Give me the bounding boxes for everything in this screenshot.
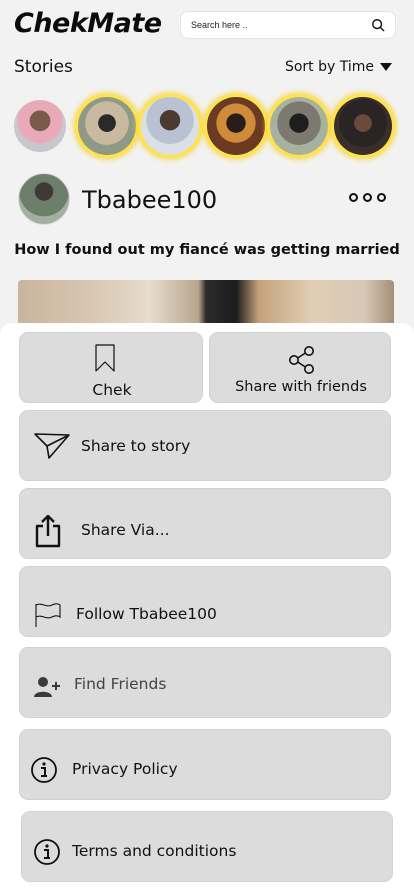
story-avatar[interactable] bbox=[270, 97, 328, 155]
search-input[interactable]: Search here .. bbox=[191, 20, 371, 30]
dot bbox=[377, 193, 386, 202]
stories-title: Stories bbox=[14, 57, 73, 77]
terms-button[interactable]: Terms and conditions bbox=[21, 811, 393, 882]
share-to-story-label: Share to story bbox=[81, 437, 191, 455]
add-user-icon bbox=[34, 677, 60, 697]
stories-header: Stories Sort by Time bbox=[0, 52, 414, 82]
my-story-avatar[interactable] bbox=[14, 100, 66, 152]
flag-icon bbox=[35, 603, 61, 627]
sort-label: Sort by Time bbox=[284, 59, 374, 75]
app-logo: ChekMate bbox=[14, 8, 162, 39]
story-avatars bbox=[14, 97, 414, 159]
chek-button[interactable]: Chek bbox=[19, 332, 203, 403]
share-upload-icon bbox=[35, 514, 61, 548]
follow-label: Follow Tbabee100 bbox=[76, 605, 217, 623]
bookmark-icon bbox=[95, 344, 115, 372]
follow-button[interactable]: Follow Tbabee100 bbox=[19, 566, 391, 637]
find-friends-button[interactable]: Find Friends bbox=[19, 647, 391, 718]
info-icon bbox=[31, 757, 57, 783]
share-to-story-button[interactable]: Share to story bbox=[19, 410, 391, 481]
action-sheet: Chek Share with friends Share to story S… bbox=[0, 323, 414, 896]
post-header: Tbabee100 bbox=[18, 173, 398, 227]
share-with-friends-label: Share with friends bbox=[235, 379, 367, 395]
terms-label: Terms and conditions bbox=[72, 842, 237, 860]
search-bar[interactable]: Search here .. bbox=[180, 11, 396, 39]
share-nodes-icon bbox=[289, 346, 314, 374]
app-header: ChekMate Search here .. bbox=[0, 0, 414, 50]
more-dots-icon[interactable] bbox=[349, 193, 386, 202]
story-avatar[interactable] bbox=[78, 97, 136, 155]
paper-plane-icon bbox=[34, 433, 70, 459]
post-username[interactable]: Tbabee100 bbox=[82, 186, 217, 214]
post-author-avatar[interactable] bbox=[18, 173, 70, 225]
find-friends-label: Find Friends bbox=[74, 675, 167, 693]
search-icon[interactable] bbox=[371, 18, 385, 32]
info-icon bbox=[34, 839, 60, 865]
dot bbox=[363, 193, 372, 202]
privacy-policy-button[interactable]: Privacy Policy bbox=[19, 729, 391, 800]
story-avatar[interactable] bbox=[334, 97, 392, 155]
dot bbox=[349, 193, 358, 202]
story-avatar[interactable] bbox=[141, 97, 199, 155]
story-avatar[interactable] bbox=[207, 97, 265, 155]
privacy-policy-label: Privacy Policy bbox=[72, 760, 178, 778]
share-via-button[interactable]: Share Via... bbox=[19, 488, 391, 559]
sort-dropdown[interactable]: Sort by Time bbox=[285, 59, 392, 75]
share-with-friends-button[interactable]: Share with friends bbox=[209, 332, 391, 403]
chek-label: Chek bbox=[92, 381, 132, 399]
share-via-label: Share Via... bbox=[81, 521, 170, 539]
post-title: How I found out my fiancé was getting ma… bbox=[14, 242, 400, 258]
caret-down-icon bbox=[380, 63, 392, 71]
